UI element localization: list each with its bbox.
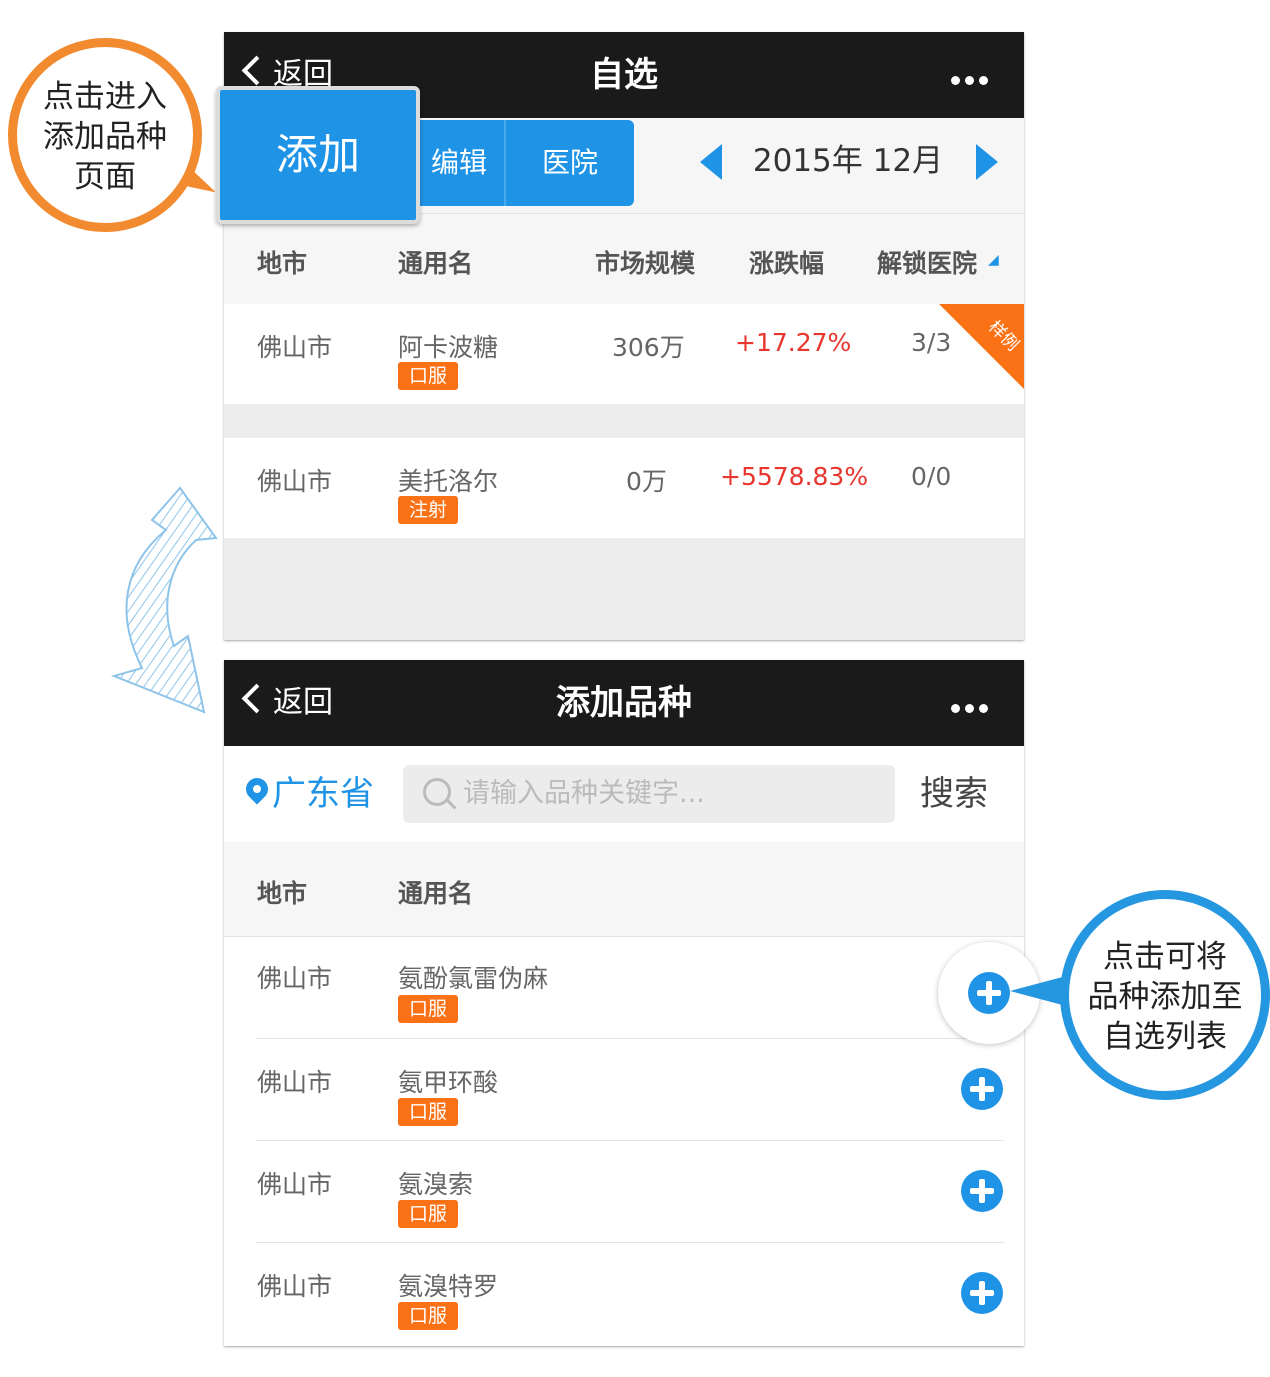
add-plus-icon[interactable] bbox=[961, 1170, 1003, 1212]
row-name: 氨酚氯雷伪麻 bbox=[398, 964, 549, 993]
hospital-button[interactable]: 医院 bbox=[506, 120, 634, 206]
row-name: 氨甲环酸 bbox=[398, 1068, 499, 1097]
page-title: 添加品种 bbox=[556, 683, 692, 723]
list-item[interactable]: 佛山市 氨溴索 口服 bbox=[224, 1141, 1024, 1243]
col-unlock-hospitals[interactable]: 解锁医院 bbox=[877, 244, 977, 280]
callout-line: 添加品种 bbox=[43, 119, 167, 155]
row-city: 佛山市 bbox=[257, 1272, 333, 1301]
row-name: 氨溴索 bbox=[398, 1170, 474, 1199]
edit-button[interactable]: 编辑 bbox=[414, 120, 504, 206]
curved-arrow-icon bbox=[110, 486, 218, 714]
search-placeholder: 请输入品种关键字... bbox=[463, 778, 705, 809]
location-pin-icon bbox=[241, 773, 273, 805]
search-button[interactable]: 搜索 bbox=[920, 746, 988, 842]
route-tag: 口服 bbox=[398, 362, 458, 390]
add-button[interactable]: 添加 bbox=[216, 86, 420, 224]
add-plus-icon[interactable] bbox=[961, 1272, 1003, 1314]
callout-enter-add-page: 点击进入 添加品种 页面 bbox=[8, 38, 202, 232]
col-city: 地市 bbox=[257, 879, 308, 908]
add-plus-icon[interactable] bbox=[968, 972, 1010, 1014]
col-name: 通用名 bbox=[398, 879, 474, 908]
list-item[interactable]: 佛山市 氨溴特罗 口服 bbox=[224, 1243, 1024, 1345]
callout-line: 品种添加至 bbox=[1087, 979, 1243, 1015]
navbar: 返回 添加品种 bbox=[224, 660, 1024, 746]
more-icon[interactable] bbox=[946, 698, 988, 717]
row-city: 佛山市 bbox=[257, 467, 333, 496]
add-plus-icon[interactable] bbox=[961, 1068, 1003, 1110]
row-change: +17.27% bbox=[735, 328, 852, 357]
row-city: 佛山市 bbox=[257, 964, 333, 993]
prev-month-icon[interactable] bbox=[700, 144, 722, 180]
month-label: 2015年 12月 bbox=[752, 143, 944, 179]
col-market-size[interactable]: 市场规模 bbox=[595, 244, 695, 280]
search-input[interactable]: 请输入品种关键字... bbox=[403, 765, 895, 823]
row-change: +5578.83% bbox=[720, 462, 869, 491]
route-tag: 口服 bbox=[398, 995, 458, 1023]
row-city: 佛山市 bbox=[257, 1068, 333, 1097]
route-tag: 口服 bbox=[398, 1200, 458, 1228]
route-tag: 注射 bbox=[398, 496, 458, 524]
province-selector[interactable]: 广东省 bbox=[272, 746, 374, 842]
table-row[interactable]: 佛山市 美托洛尔 注射 0万 +5578.83% 0/0 bbox=[224, 438, 1024, 538]
callout-line: 自选列表 bbox=[1103, 1019, 1227, 1055]
col-name[interactable]: 通用名 bbox=[398, 244, 473, 280]
row-unlock: 0/0 bbox=[911, 462, 952, 491]
row-market-size: 306万 bbox=[612, 333, 685, 362]
callout-line: 点击进入 bbox=[43, 79, 167, 115]
sort-icon[interactable]: ◢ bbox=[988, 252, 999, 268]
callout-line: 点击可将 bbox=[1103, 939, 1227, 975]
row-name: 美托洛尔 bbox=[398, 467, 499, 496]
table-row[interactable]: 佛山市 阿卡波糖 口服 306万 +17.27% 3/3 样例 bbox=[224, 304, 1024, 404]
row-market-size: 0万 bbox=[626, 467, 667, 496]
search-icon bbox=[423, 778, 451, 806]
row-name: 氨溴特罗 bbox=[398, 1272, 499, 1301]
callout-line: 页面 bbox=[74, 159, 136, 195]
callout-add-to-watchlist: 点击可将 品种添加至 自选列表 bbox=[1060, 890, 1270, 1100]
col-city[interactable]: 地市 bbox=[257, 244, 307, 280]
search-bar: 广东省 请输入品种关键字... 搜索 bbox=[224, 746, 1024, 843]
row-city: 佛山市 bbox=[257, 1170, 333, 1199]
col-change[interactable]: 涨跌幅 bbox=[749, 244, 824, 280]
list-item[interactable]: 佛山市 氨甲环酸 口服 bbox=[224, 1039, 1024, 1141]
add-variety-panel: 返回 添加品种 广东省 请输入品种关键字... 搜索 地市 通用名 佛山市 氨酚… bbox=[224, 660, 1024, 1346]
row-city: 佛山市 bbox=[257, 333, 333, 362]
list-item[interactable]: 佛山市 氨酚氯雷伪麻 口服 bbox=[224, 937, 1024, 1039]
table-header: 地市 通用名 市场规模 涨跌幅 解锁医院 ◢ bbox=[224, 213, 1024, 305]
route-tag: 口服 bbox=[398, 1098, 458, 1126]
table-header: 地市 通用名 bbox=[224, 842, 1024, 937]
route-tag: 口服 bbox=[398, 1302, 458, 1330]
row-name: 阿卡波糖 bbox=[398, 333, 499, 362]
more-icon[interactable] bbox=[946, 70, 988, 89]
next-month-icon[interactable] bbox=[976, 144, 998, 180]
